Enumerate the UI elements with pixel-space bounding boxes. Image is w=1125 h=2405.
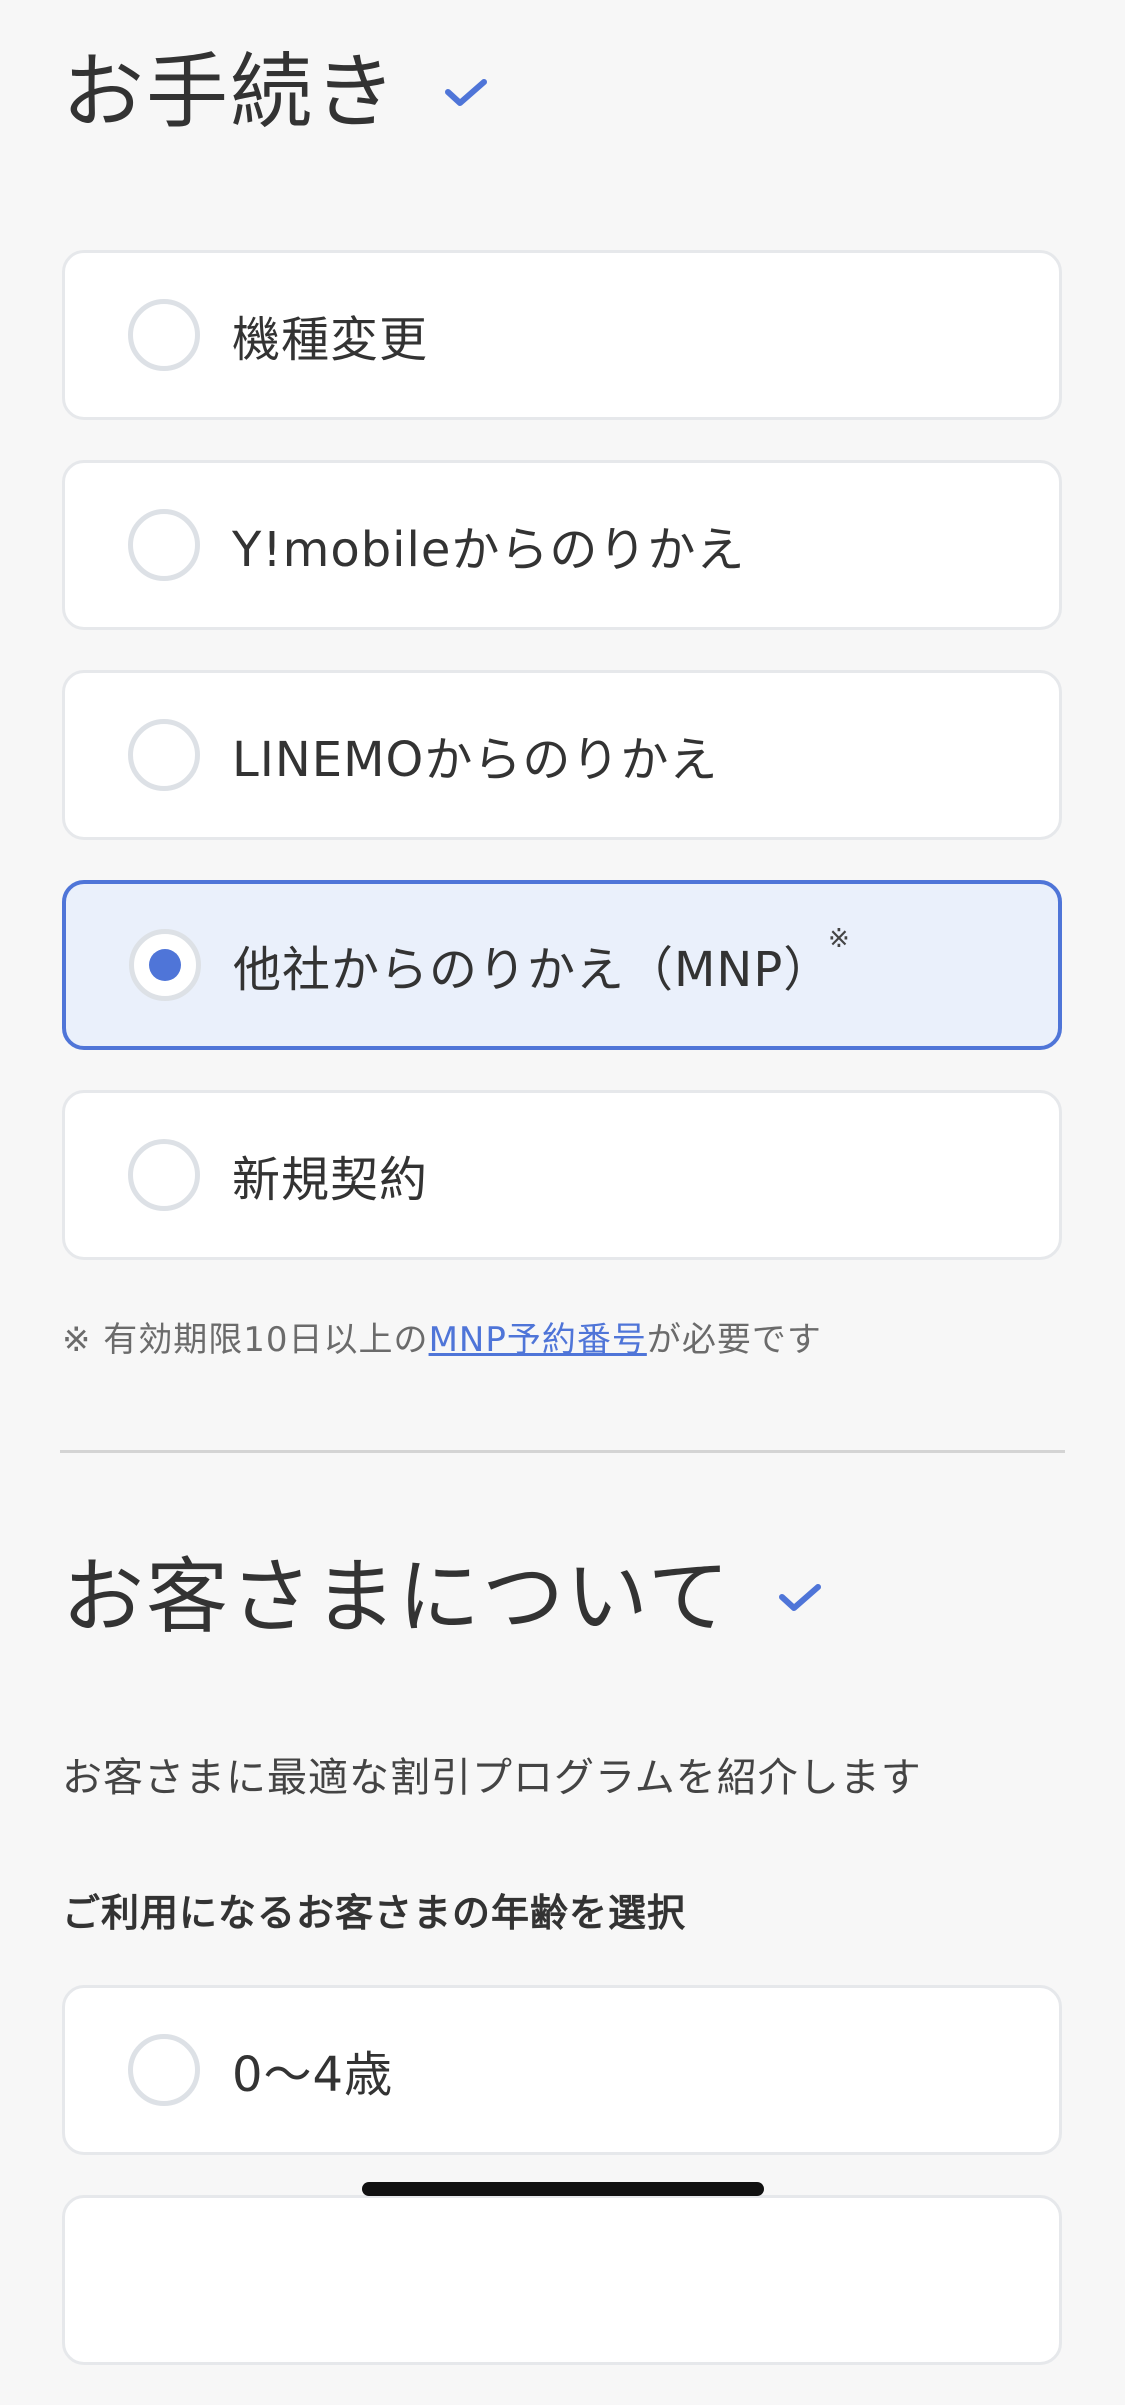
page: お手続き 機種変更 Y!mobileからのりかえ LINEMOからのりかえ 他社… <box>0 0 1125 2365</box>
radio-button[interactable] <box>128 719 200 791</box>
option-label: LINEMOからのりかえ <box>232 732 719 788</box>
mnp-number-link[interactable]: MNP予約番号 <box>429 1320 647 1360</box>
procedure-options: 機種変更 Y!mobileからのりかえ LINEMOからのりかえ 他社からのりか… <box>62 250 1062 1300</box>
radio-button[interactable] <box>128 1139 200 1211</box>
option-label: 新規契約 <box>232 1152 429 1208</box>
footnote-mark: ※ <box>828 924 850 954</box>
option-next-partial[interactable] <box>62 2195 1062 2365</box>
radio-selected-dot <box>149 949 181 981</box>
option-linemo-switch[interactable]: LINEMOからのりかえ <box>62 670 1062 840</box>
note-prefix: ※ 有効期限10日以上の <box>62 1320 429 1360</box>
radio-button[interactable] <box>128 509 200 581</box>
option-new-contract[interactable]: 新規契約 <box>62 1090 1062 1260</box>
option-model-change[interactable]: 機種変更 <box>62 250 1062 420</box>
radio-button-selected[interactable] <box>129 929 201 1001</box>
radio-button[interactable] <box>128 2034 200 2106</box>
age-select-heading: ご利用になるお客さまの年齢を選択 <box>62 1891 687 1935</box>
procedure-title: お手続き <box>62 45 399 140</box>
customer-title: お客さまについて <box>62 1550 732 1645</box>
customer-section-header: お客さまについて <box>62 1557 822 1639</box>
option-mnp-switch[interactable]: 他社からのりかえ（MNP） ※ <box>62 880 1062 1050</box>
checkmark-icon <box>778 1584 821 1611</box>
option-label: 機種変更 <box>232 312 429 368</box>
section-divider <box>60 1450 1065 1453</box>
procedure-section-header: お手続き <box>62 52 488 134</box>
option-label: 他社からのりかえ（MNP） <box>233 942 833 998</box>
option-label: Y!mobileからのりかえ <box>232 522 746 578</box>
option-ymobile-switch[interactable]: Y!mobileからのりかえ <box>62 460 1062 630</box>
home-indicator <box>362 2182 764 2196</box>
radio-button[interactable] <box>128 299 200 371</box>
option-label: 0〜4歳 <box>232 2047 394 2103</box>
option-age-0-4[interactable]: 0〜4歳 <box>62 1985 1062 2155</box>
customer-description: お客さまに最適な割引プログラムを紹介します <box>62 1755 922 1801</box>
checkmark-icon <box>445 79 488 106</box>
note-suffix: が必要です <box>646 1320 822 1360</box>
mnp-note: ※ 有効期限10日以上のMNP予約番号が必要です <box>62 1312 822 1361</box>
